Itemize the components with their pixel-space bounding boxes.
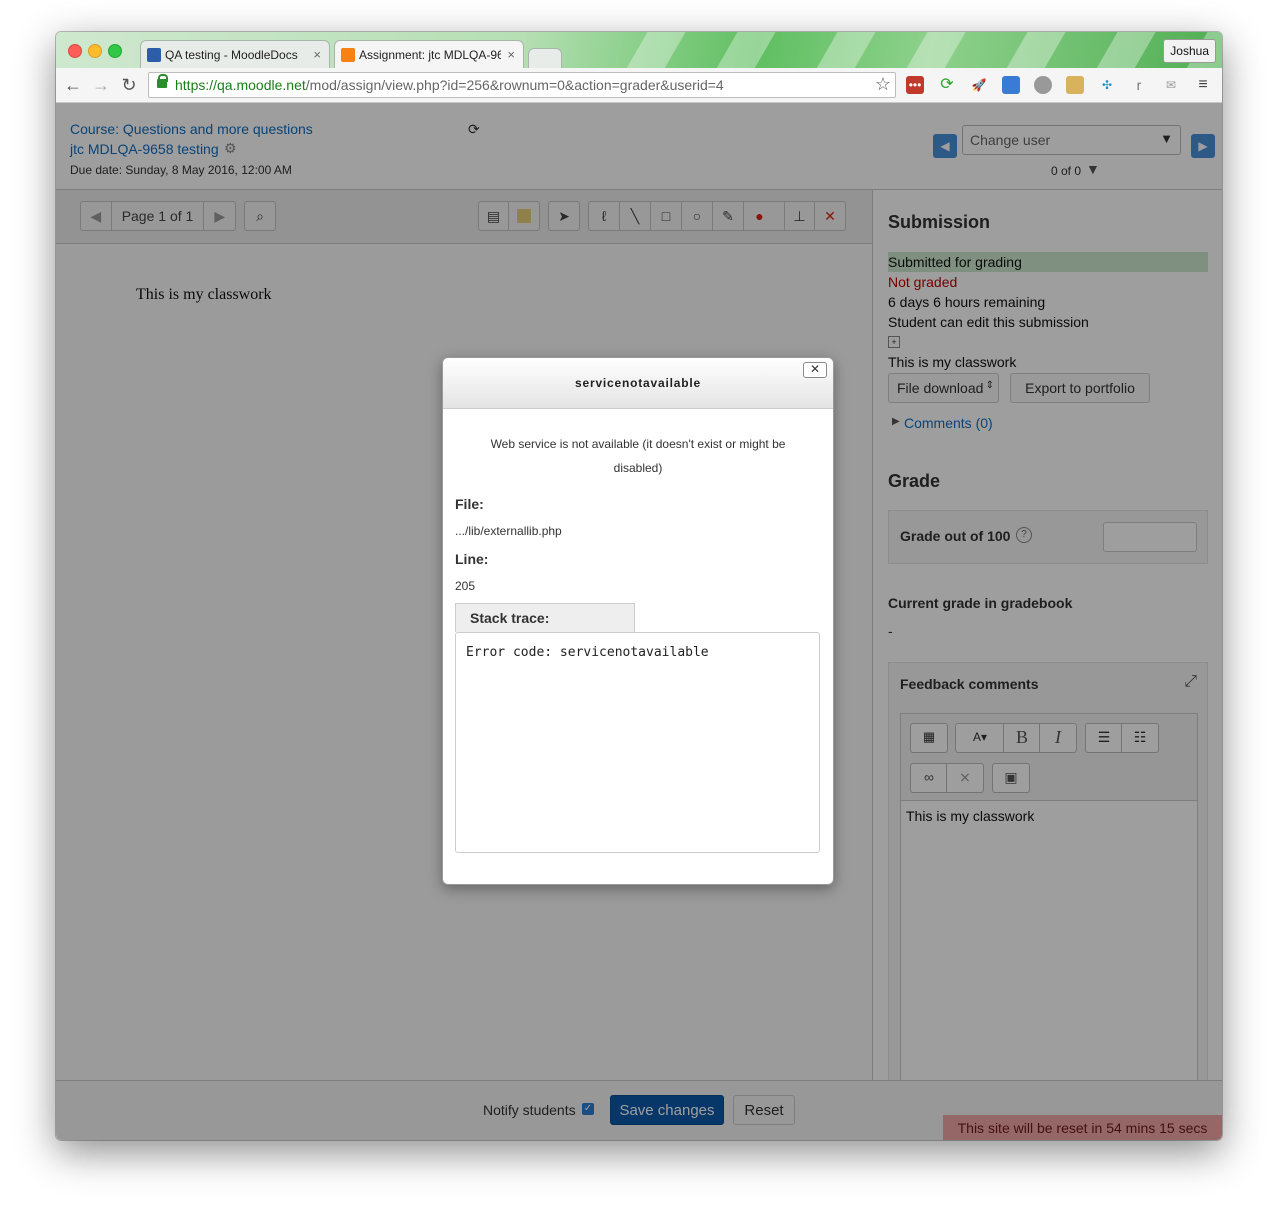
doge-extension-icon[interactable] <box>1066 76 1084 94</box>
rocket-extension-icon[interactable]: 🚀 <box>970 76 988 94</box>
browser-window: QA testing - MoodleDocs × Assignment: jt… <box>56 32 1222 1140</box>
page-content: Course: Questions and more questions jtc… <box>56 103 1222 1140</box>
browser-toolbar: ← → ↻ https://qa.moodle.net/mod/assign/v… <box>56 68 1222 103</box>
bookmark-star-icon[interactable]: ☆ <box>875 74 891 95</box>
lock-icon <box>157 74 168 88</box>
refresh-extension-icon[interactable]: ⟳ <box>938 76 956 94</box>
network-extension-icon[interactable]: ✣ <box>1098 76 1116 94</box>
line-label: Line: <box>455 551 489 567</box>
lastpass-extension-icon[interactable]: ••• <box>906 76 924 94</box>
forward-arrow-icon[interactable]: → <box>90 74 112 96</box>
error-dialog: servicenotavailable ✕ Web service is not… <box>442 357 834 885</box>
window-extension-icon[interactable] <box>1002 76 1020 94</box>
mail-extension-icon[interactable]: ✉ <box>1162 76 1180 94</box>
minimize-window-button[interactable] <box>88 44 102 58</box>
dialog-title: servicenotavailable <box>575 376 701 390</box>
moodledocs-favicon-icon <box>147 47 161 62</box>
animal-extension-icon[interactable] <box>1034 76 1052 94</box>
back-arrow-icon[interactable]: ← <box>62 74 84 96</box>
file-label: File: <box>455 496 484 512</box>
close-tab-icon[interactable]: × <box>507 47 515 62</box>
profile-button[interactable]: Joshua <box>1163 39 1216 63</box>
tab-assignment[interactable]: Assignment: jtc MDLQA-96 × <box>334 40 524 68</box>
tab-label: QA testing - MoodleDocs <box>165 47 298 62</box>
title-bar: QA testing - MoodleDocs × Assignment: jt… <box>56 32 1222 68</box>
stack-trace-box: Error code: servicenotavailable <box>455 632 820 853</box>
close-tab-icon[interactable]: × <box>313 47 321 62</box>
dialog-header: servicenotavailable ✕ <box>443 358 833 409</box>
address-bar[interactable]: https://qa.moodle.net/mod/assign/view.ph… <box>148 72 896 98</box>
url-text: https://qa.moodle.net/mod/assign/view.ph… <box>175 77 724 93</box>
new-tab-button[interactable] <box>528 48 562 68</box>
moodle-favicon-icon <box>341 47 355 62</box>
tab-label: Assignment: jtc MDLQA-96 <box>359 47 501 62</box>
error-message: Web service is not available (it doesn't… <box>490 437 786 475</box>
zoom-window-button[interactable] <box>108 44 122 58</box>
file-value: .../lib/externallib.php <box>455 524 562 538</box>
menu-icon[interactable]: ≡ <box>1194 76 1212 94</box>
reload-icon[interactable]: ↻ <box>118 74 140 96</box>
r-extension-icon[interactable]: r <box>1130 76 1148 94</box>
close-window-button[interactable] <box>68 44 82 58</box>
stack-trace-tab[interactable]: Stack trace: <box>455 603 635 632</box>
line-value: 205 <box>455 579 476 593</box>
tab-moodledocs[interactable]: QA testing - MoodleDocs × <box>140 40 330 68</box>
close-icon[interactable]: ✕ <box>803 362 827 378</box>
